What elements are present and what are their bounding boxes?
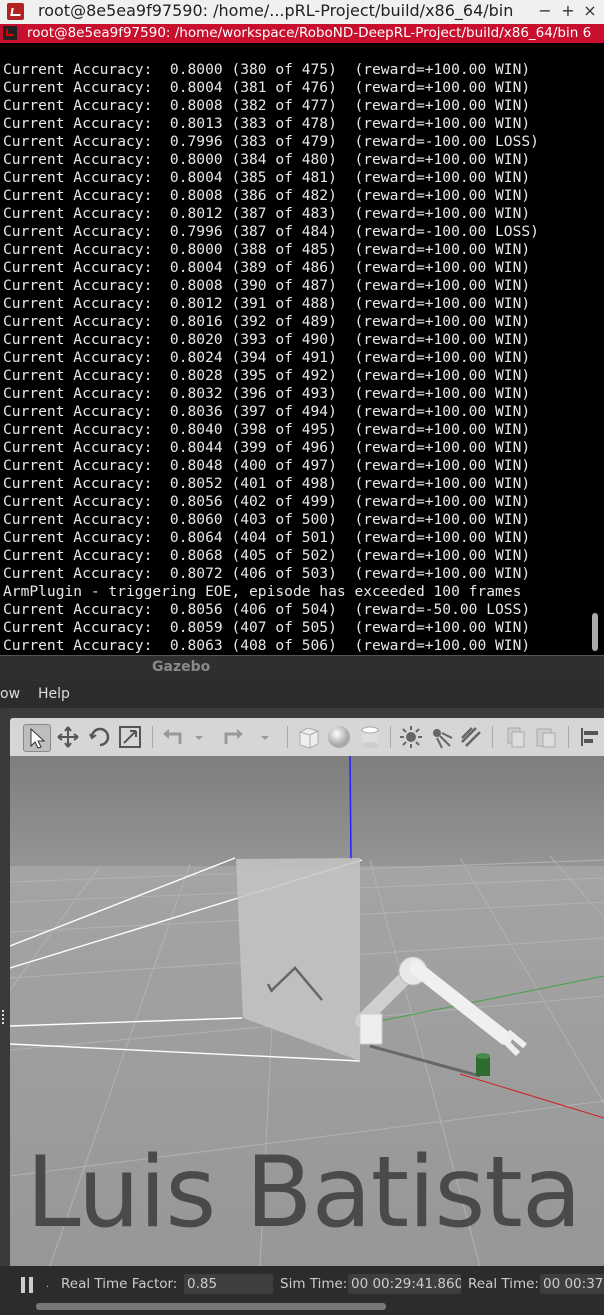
real-time-factor-value: 0.85 xyxy=(184,1274,273,1294)
terminal-line: Current Accuracy: 0.7996 (383 of 479) (r… xyxy=(3,133,539,150)
terminal-line: Current Accuracy: 0.8008 (386 of 482) (r… xyxy=(3,187,531,204)
terminal-lines: Current Accuracy: 0.8000 (380 of 475) (r… xyxy=(3,61,539,655)
terminal-output[interactable]: Current Accuracy: 0.8000 (380 of 475) (r… xyxy=(0,43,604,655)
menu-window[interactable]: ow xyxy=(0,686,20,702)
gazebo-titlebar[interactable]: Gazebo xyxy=(0,655,604,681)
undo-icon[interactable] xyxy=(160,724,186,750)
terminal-line: ArmPlugin - triggering EOE, episode has … xyxy=(3,583,522,600)
scale-icon[interactable] xyxy=(117,724,143,750)
terminal-line: Current Accuracy: 0.8008 (390 of 487) (r… xyxy=(3,277,531,294)
terminal-line: Current Accuracy: 0.8004 (389 of 486) (r… xyxy=(3,259,531,276)
terminal-line: Current Accuracy: 0.8056 (406 of 504) (r… xyxy=(3,601,531,618)
toolbar-separator xyxy=(492,726,493,748)
terminal-titlebar[interactable]: root@8e5ea9f97590: /home/...pRL-Project/… xyxy=(0,0,604,25)
z-axis-line xyxy=(349,756,352,861)
terminal-line: Current Accuracy: 0.8016 (392 of 489) (r… xyxy=(3,313,531,330)
sim-time-label: Sim Time: xyxy=(280,1276,348,1292)
watermark-text: Luis Batista xyxy=(26,1136,582,1250)
undo-dropdown-icon[interactable] xyxy=(192,724,206,750)
terminal-line: Current Accuracy: 0.8000 (388 of 485) (r… xyxy=(3,241,531,258)
close-button[interactable]: × xyxy=(580,1,600,20)
real-time-label: Real Time: xyxy=(468,1276,539,1292)
select-arrow-icon[interactable] xyxy=(23,724,51,752)
box-shape-icon[interactable] xyxy=(296,724,322,750)
rotate-icon[interactable] xyxy=(87,724,113,750)
paste-icon[interactable] xyxy=(533,724,559,750)
gazebo-status-bar: . Real Time Factor: 0.85 Sim Time: 00 00… xyxy=(0,1266,604,1315)
terminal-line: Current Accuracy: 0.8028 (395 of 492) (r… xyxy=(3,367,531,384)
sphere-shape-icon[interactable] xyxy=(326,724,352,750)
terminal-tab-icon xyxy=(3,26,17,40)
terminal-line: Current Accuracy: 0.8024 (394 of 491) (r… xyxy=(3,349,531,366)
terminal-line: Current Accuracy: 0.8048 (400 of 497) (r… xyxy=(3,457,531,474)
terminal-line: Current Accuracy: 0.8052 (401 of 498) (r… xyxy=(3,475,531,492)
sim-time-value: 00 00:29:41.860 xyxy=(348,1274,461,1294)
terminal-line: Current Accuracy: 0.8063 (408 of 506) (r… xyxy=(3,637,531,654)
directional-light-icon[interactable] xyxy=(458,724,484,750)
terminal-line: Current Accuracy: 0.8012 (387 of 483) (r… xyxy=(3,205,531,222)
terminal-line: Current Accuracy: 0.8040 (398 of 495) (r… xyxy=(3,421,531,438)
real-time-factor-label: Real Time Factor: xyxy=(61,1276,178,1292)
terminal-window-title: root@8e5ea9f97590: /home/...pRL-Project/… xyxy=(38,1,514,20)
terminal-line: Current Accuracy: 0.8060 (403 of 500) (r… xyxy=(3,511,531,528)
cylinder-shape-icon[interactable] xyxy=(357,724,383,750)
pause-icon[interactable] xyxy=(21,1277,35,1293)
terminal-line: Current Accuracy: 0.7996 (387 of 484) (r… xyxy=(3,223,539,240)
align-icon[interactable] xyxy=(576,724,602,750)
terminal-line: Current Accuracy: 0.8056 (402 of 499) (r… xyxy=(3,493,531,510)
toolbar-separator xyxy=(152,726,153,748)
toolbar-separator xyxy=(568,726,569,748)
gazebo-window-title: Gazebo xyxy=(152,659,211,675)
terminal-line: Current Accuracy: 0.8000 (380 of 475) (r… xyxy=(3,61,531,78)
terminal-line: Current Accuracy: 0.8044 (399 of 496) (r… xyxy=(3,439,531,456)
minimize-button[interactable]: − xyxy=(535,1,555,20)
terminal-line: Current Accuracy: 0.8000 (384 of 480) (r… xyxy=(3,151,531,168)
horizontal-scrollbar[interactable] xyxy=(36,1303,386,1310)
terminal-line: Current Accuracy: 0.8020 (393 of 490) (r… xyxy=(3,331,531,348)
terminal-line: Current Accuracy: 0.8013 (383 of 478) (r… xyxy=(3,115,531,132)
terminal-line: Current Accuracy: 0.8059 (407 of 505) (r… xyxy=(3,619,531,636)
redo-dropdown-icon[interactable] xyxy=(258,724,272,750)
terminal-line: Current Accuracy: 0.8008 (382 of 477) (r… xyxy=(3,97,531,114)
point-light-icon[interactable] xyxy=(398,724,424,750)
panel-drag-handle[interactable] xyxy=(2,1010,10,1024)
real-time-value: 00 00:37: xyxy=(540,1274,604,1294)
terminal-line: Current Accuracy: 0.8012 (391 of 488) (r… xyxy=(3,295,531,312)
toolbar-separator xyxy=(390,726,391,748)
terminal-line: Current Accuracy: 0.8004 (385 of 481) (r… xyxy=(3,169,531,186)
left-panel-strip xyxy=(0,708,10,1266)
status-dot: . xyxy=(46,1279,50,1290)
translate-icon[interactable] xyxy=(55,724,81,750)
menu-help[interactable]: Help xyxy=(38,686,70,702)
gazebo-menubar: ow Help xyxy=(0,681,604,708)
spot-light-icon[interactable] xyxy=(428,724,454,750)
redo-icon[interactable] xyxy=(220,724,246,750)
terminal-line: Current Accuracy: 0.8032 (396 of 493) (r… xyxy=(3,385,531,402)
terminal-app-icon xyxy=(7,3,24,20)
toolbar-separator xyxy=(287,726,288,748)
terminal-line: Current Accuracy: 0.8068 (405 of 502) (r… xyxy=(3,547,531,564)
terminal-line: Current Accuracy: 0.8004 (381 of 476) (r… xyxy=(3,79,531,96)
maximize-button[interactable]: + xyxy=(558,1,578,20)
terminal-line: Current Accuracy: 0.8036 (397 of 494) (r… xyxy=(3,403,531,420)
terminal-tab[interactable]: root@8e5ea9f97590: /home/workspace/RoboN… xyxy=(0,24,604,43)
terminal-line: Current Accuracy: 0.8072 (406 of 503) (r… xyxy=(3,565,531,582)
terminal-tab-title: root@8e5ea9f97590: /home/workspace/RoboN… xyxy=(27,25,592,41)
copy-icon[interactable] xyxy=(503,724,529,750)
gazebo-toolbar xyxy=(10,718,604,756)
terminal-line: Current Accuracy: 0.8064 (404 of 501) (r… xyxy=(3,529,531,546)
terminal-scrollbar[interactable] xyxy=(592,613,598,651)
